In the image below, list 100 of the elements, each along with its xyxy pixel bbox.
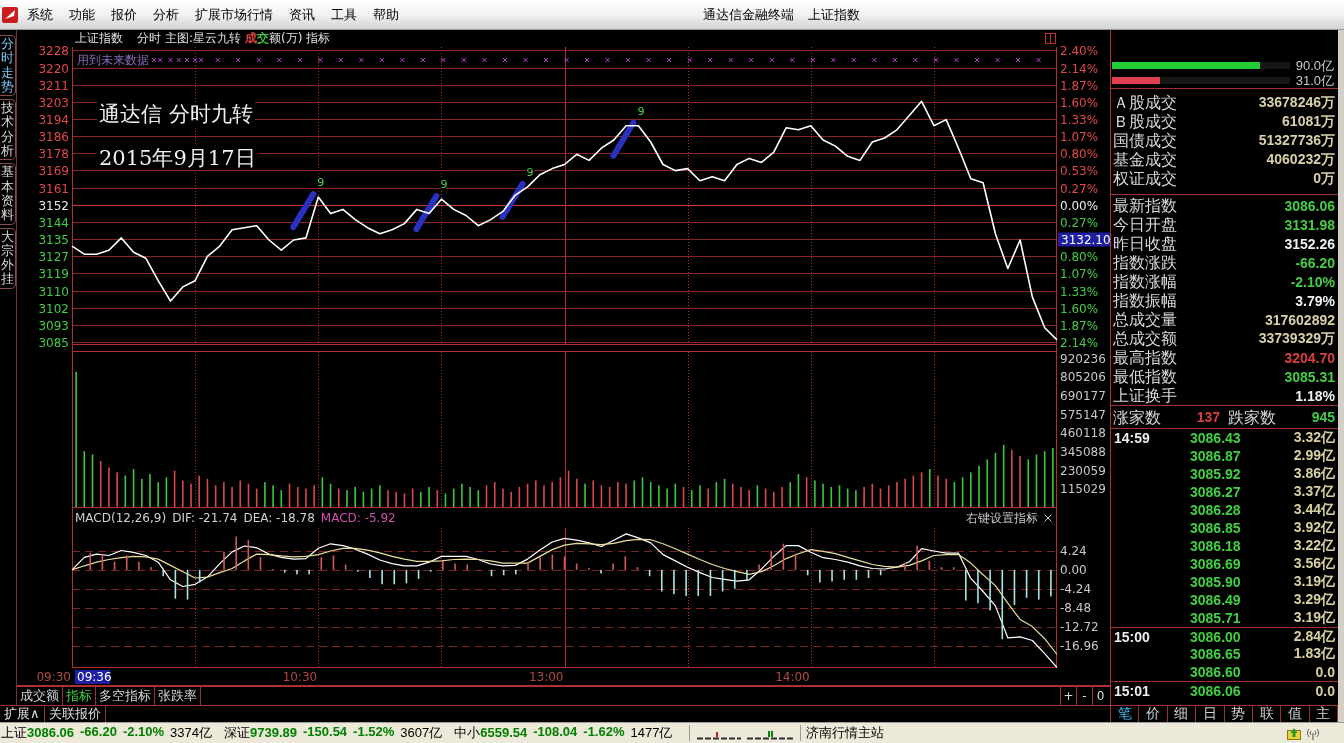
stat-label: Ａ股成交 — [1113, 93, 1177, 112]
stat-label: 最新指数 — [1113, 196, 1177, 215]
macd-axis-label: 4.24 — [1060, 543, 1087, 558]
tick-price: 3086.87 — [1190, 448, 1241, 464]
stat-value: 33739329万 — [1258, 329, 1335, 348]
stat-label: 基金成交 — [1113, 150, 1177, 169]
percent-axis-label: 0.27% — [1060, 181, 1099, 196]
index-name: 上证 — [1, 725, 27, 740]
price-axis-label: 3102 — [38, 301, 69, 316]
percent-axis-label: 1.87% — [1060, 78, 1099, 93]
percent-axis-label: 1.07% — [1060, 266, 1099, 281]
stat-value: 3086.06 — [1284, 197, 1335, 214]
percent-axis-label: 2.40% — [1060, 43, 1099, 58]
stat-label: 指数振幅 — [1113, 291, 1177, 310]
tick-amount: 3.29亿 — [1293, 591, 1335, 609]
stat-label: Ｂ股成交 — [1113, 112, 1177, 131]
signal-label: 9 — [440, 178, 448, 192]
price-axis-label: 3127 — [38, 249, 69, 264]
price-axis-label: 3144 — [38, 215, 69, 230]
price-axis-label: 3211 — [38, 78, 69, 93]
volume-axis-label: 230059 — [1060, 463, 1106, 478]
indicator-name: MACD(12,26,9) — [75, 511, 167, 525]
volume-axis-label: 690177 — [1060, 389, 1106, 404]
server-name: 济南行情主站 — [806, 724, 885, 742]
dea-value: DEA: -18.78 — [243, 511, 315, 525]
tick-amount: 2.84亿 — [1293, 628, 1335, 646]
price-axis-label: 3161 — [38, 181, 69, 196]
time-axis-label: 09:30 — [36, 670, 71, 684]
index-price: 6559.54 — [480, 725, 528, 740]
time-axis-label: 10:30 — [282, 670, 318, 684]
percent-axis-label: 1.60% — [1060, 301, 1099, 316]
stat-value: 33678246万 — [1258, 93, 1335, 112]
macd-value: MACD: -5.92 — [320, 511, 396, 525]
stat-value: -2.10% — [1290, 273, 1335, 290]
window-title: 通达信金融终端 — [703, 5, 794, 24]
tick-price: 3086.06 — [1190, 682, 1241, 699]
percent-axis-label: 0.00% — [1060, 198, 1099, 213]
settings-hint: 右键设置指标 — [966, 509, 1038, 527]
percent-axis-label: 2.14% — [1060, 61, 1099, 76]
stat-label: 最高指数 — [1113, 348, 1177, 367]
breadth-label: 跌家数 — [1228, 407, 1276, 427]
stat-value: 1.18% — [1295, 387, 1335, 404]
macd-axis-label: -4.24 — [1060, 581, 1092, 596]
tick-amount: 3.92亿 — [1293, 519, 1335, 537]
chart-header-item: 分时 — [137, 30, 161, 47]
stat-label: 昨日收盘 — [1113, 234, 1177, 253]
tick-amount: 3.19亿 — [1293, 609, 1335, 627]
volume-axis-label: 345088 — [1060, 445, 1106, 460]
macd-axis-label: -12.72 — [1060, 620, 1099, 635]
percent-axis-label: 1.33% — [1060, 284, 1099, 299]
price-axis-label: 3220 — [38, 61, 69, 76]
percent-axis-label: 1.07% — [1060, 129, 1099, 144]
index-change: -150.54 — [303, 724, 348, 741]
price-axis-label: 3152 — [38, 198, 69, 213]
chart-header-item: 指标 — [306, 30, 331, 47]
tick-amount: 3.19亿 — [1293, 573, 1335, 591]
macd-axis-label: -16.96 — [1060, 639, 1099, 654]
stat-label: 最低指数 — [1113, 367, 1177, 386]
stat-label: 指数涨跌 — [1113, 253, 1177, 272]
index-percent: -1.62% — [583, 724, 625, 741]
tick-amount: 3.37亿 — [1293, 483, 1335, 501]
volume-axis-label: 575147 — [1060, 407, 1106, 422]
tick-price: 3086.65 — [1190, 646, 1241, 662]
percent-axis-label: 0.53% — [1060, 163, 1099, 178]
stat-value: 317602892 — [1264, 311, 1335, 328]
chart-caption: 2015年9月17日 — [97, 146, 258, 170]
macd-axis-label: 0.00 — [1060, 562, 1087, 577]
stat-value: 51327736万 — [1258, 131, 1335, 150]
stat-label: 总成交额 — [1113, 329, 1177, 348]
price-axis-label: 3085 — [38, 335, 69, 350]
price-axis-label: 3203 — [38, 95, 69, 110]
dif-value: DIF: -21.74 — [172, 511, 238, 525]
tick-price: 3086.28 — [1190, 502, 1241, 518]
price-axis-label: 3093 — [38, 318, 69, 333]
tick-amount: 2.99亿 — [1293, 447, 1335, 465]
volume-axis-label: 805206 — [1060, 370, 1106, 385]
index-amount: 3374亿 — [170, 724, 212, 742]
signal-label: 9 — [317, 176, 325, 190]
index-price: 3086.06 — [27, 725, 74, 740]
price-axis-label: 3110 — [38, 284, 69, 299]
chart-header-item: 主图:星云九转 — [165, 30, 242, 47]
stat-value: -66.20 — [1295, 254, 1335, 271]
tick-price: 3085.92 — [1190, 466, 1241, 482]
time-axis-label: 13:00 — [528, 670, 564, 684]
tick-price: 3086.00 — [1190, 629, 1241, 645]
index-change: -66.20 — [80, 724, 117, 741]
stat-label: 总成交量 — [1113, 310, 1177, 329]
tick-time: 14:59 — [1113, 430, 1151, 446]
percent-axis-label: 0.80% — [1060, 249, 1099, 264]
tick-time: 15:00 — [1113, 629, 1151, 645]
tick-amount: 3.32亿 — [1293, 429, 1335, 447]
stat-value: 4060232万 — [1266, 150, 1335, 169]
power-value: 90.0亿 — [1295, 59, 1334, 72]
tick-price: 3086.18 — [1190, 538, 1241, 554]
price-axis-label: 3228 — [38, 43, 69, 58]
index-percent: -1.52% — [353, 724, 395, 741]
stat-value: 3131.98 — [1284, 216, 1335, 233]
price-axis-label: 3119 — [38, 266, 69, 281]
tick-amount: 3.22亿 — [1293, 537, 1335, 555]
tick-price: 3086.49 — [1190, 592, 1241, 608]
